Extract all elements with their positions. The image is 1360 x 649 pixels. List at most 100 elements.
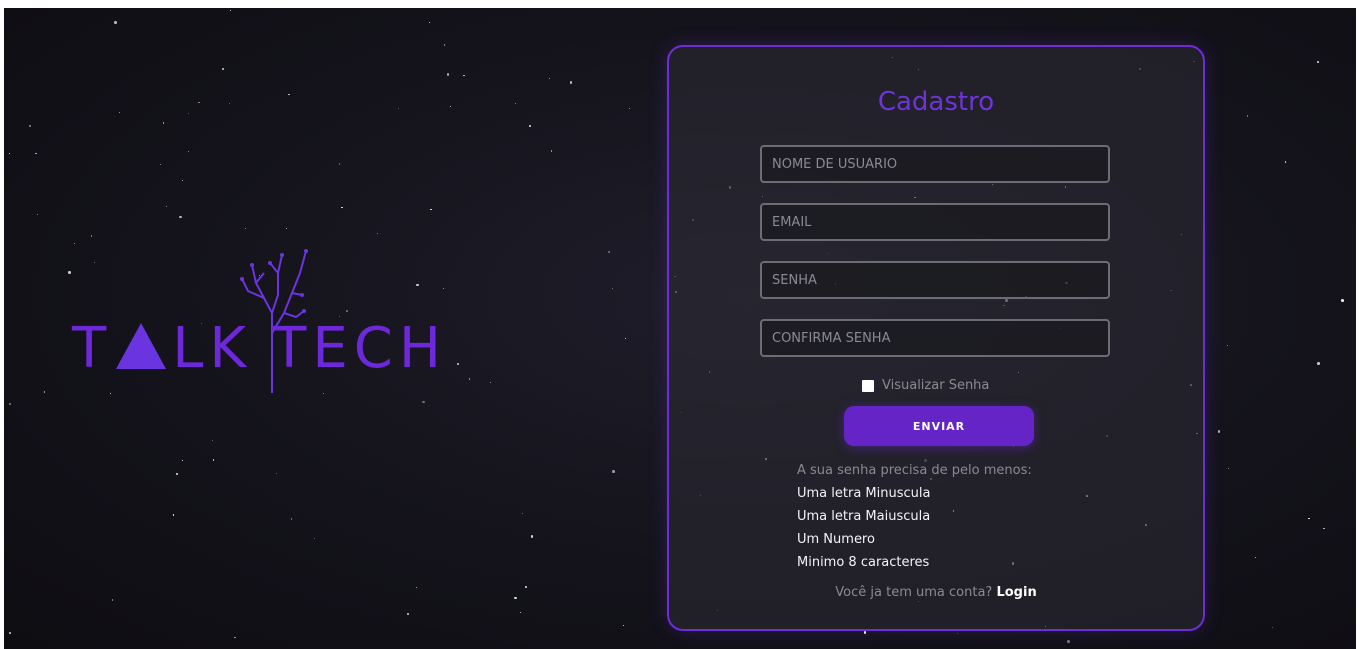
star — [290, 518, 293, 520]
show-password-label: Visualizar Senha — [882, 378, 990, 393]
star — [398, 107, 400, 109]
star — [863, 631, 867, 634]
star — [9, 632, 11, 634]
star — [187, 150, 189, 152]
star — [338, 163, 341, 166]
triangle-icon — [116, 323, 167, 369]
star — [111, 598, 114, 601]
login-link[interactable]: Login — [996, 585, 1036, 600]
star — [175, 472, 179, 476]
star — [450, 105, 452, 107]
star — [8, 403, 11, 405]
star — [118, 112, 120, 114]
star — [36, 214, 38, 216]
star — [28, 124, 32, 128]
logo-wordmark: T LK TECH — [72, 321, 447, 377]
star — [188, 113, 190, 114]
star — [429, 21, 431, 23]
star — [550, 150, 553, 152]
star — [1308, 517, 1310, 520]
star — [114, 21, 117, 24]
password-rule-item: Minimo 8 caracteres — [797, 555, 930, 570]
star — [407, 613, 409, 615]
username-field[interactable] — [760, 145, 1110, 183]
star — [8, 153, 10, 155]
signup-card: Cadastro Visualizar Senha ENVIAR A sua s… — [667, 45, 1205, 631]
star — [244, 227, 246, 229]
star — [182, 460, 184, 462]
star — [612, 288, 614, 290]
password-rules: A sua senha precisa de pelo menos: Uma l… — [797, 459, 1032, 574]
star — [314, 537, 316, 539]
star — [521, 512, 524, 515]
star — [530, 535, 534, 538]
star — [229, 9, 231, 11]
star — [162, 122, 165, 124]
star — [285, 228, 287, 230]
star — [446, 73, 450, 76]
star — [1067, 640, 1070, 643]
star — [1316, 60, 1320, 64]
star — [181, 180, 183, 182]
star — [525, 586, 528, 588]
star — [234, 636, 236, 639]
star — [548, 77, 551, 80]
star — [607, 250, 611, 254]
star — [159, 163, 161, 165]
logo-letters-lk: LK — [172, 316, 253, 381]
star — [1227, 468, 1229, 469]
submit-button[interactable]: ENVIAR — [844, 406, 1034, 446]
star — [430, 208, 432, 211]
background-space: T LK TECH Cadastro Visualizar Senha ENVIAR… — [4, 8, 1356, 649]
star — [90, 234, 93, 237]
star — [179, 215, 182, 219]
password-field[interactable] — [760, 261, 1110, 299]
star — [514, 102, 517, 105]
star — [1341, 299, 1344, 302]
star — [416, 587, 418, 589]
password-rule-item: Uma letra Maiuscula — [797, 509, 931, 524]
login-prompt: Você ja tem uma conta? Login — [669, 585, 1203, 600]
star — [1246, 115, 1249, 117]
star — [569, 81, 573, 84]
star — [35, 152, 38, 155]
talktech-logo: T LK TECH — [72, 243, 492, 403]
star — [462, 74, 465, 77]
star — [43, 391, 46, 393]
star — [612, 470, 615, 473]
show-password-toggle[interactable]: Visualizar Senha — [862, 378, 989, 393]
star — [1323, 527, 1326, 530]
star — [1227, 344, 1229, 346]
star — [1284, 161, 1287, 163]
star — [275, 472, 277, 474]
password-rule-item: Uma letra Minuscula — [797, 486, 931, 501]
star — [288, 93, 290, 96]
star — [165, 206, 167, 208]
star — [628, 107, 631, 110]
star — [1317, 362, 1320, 365]
star — [956, 632, 958, 634]
star — [228, 102, 231, 105]
logo-letter-t: T — [72, 316, 113, 381]
show-password-checkbox[interactable] — [862, 379, 874, 392]
star — [1217, 430, 1221, 433]
star — [172, 514, 175, 516]
logo-letters-tech: TECH — [272, 316, 447, 381]
email-field[interactable] — [760, 203, 1110, 241]
confirm-password-field[interactable] — [760, 319, 1110, 357]
star — [341, 206, 343, 209]
password-rules-heading: A sua senha precisa de pelo menos: — [797, 463, 1032, 478]
star — [625, 337, 627, 339]
star — [514, 596, 517, 599]
star — [68, 271, 71, 274]
star — [520, 611, 522, 613]
star — [221, 68, 224, 71]
star — [1271, 626, 1274, 629]
star — [198, 101, 200, 104]
star — [212, 459, 215, 461]
page-title: Cadastro — [877, 87, 995, 117]
star — [376, 232, 378, 234]
star — [529, 125, 531, 127]
login-question: Você ja tem uma conta? — [835, 585, 993, 600]
password-rule-item: Um Numero — [797, 532, 875, 547]
